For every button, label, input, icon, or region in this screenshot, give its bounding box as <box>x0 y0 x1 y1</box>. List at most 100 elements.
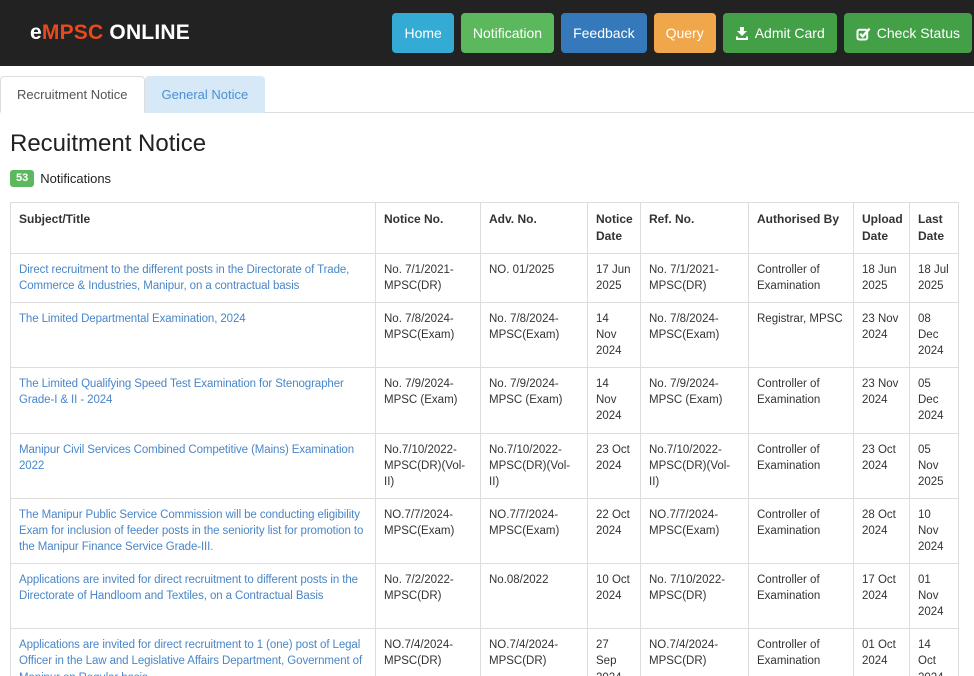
notice-link[interactable]: The Manipur Public Service Commission wi… <box>19 509 363 553</box>
column-header: Adv. No. <box>481 203 588 254</box>
table-row: The Limited Departmental Examination, 20… <box>11 302 959 367</box>
nav-query-button[interactable]: Query <box>654 13 716 53</box>
ref-no-cell: NO.7/4/2024-MPSC(DR) <box>641 629 749 676</box>
logo-brand: MPSC <box>42 21 103 44</box>
upload-date-cell: 23 Nov 2024 <box>854 368 910 433</box>
page-title: Recuitment Notice <box>10 130 964 158</box>
last-date-cell: 05 Dec 2024 <box>910 368 959 433</box>
last-date-cell: 10 Nov 2024 <box>910 498 959 563</box>
nav-check-status-button[interactable]: Check Status <box>844 13 972 53</box>
notice-date-cell: 27 Sep 2024 <box>588 629 641 676</box>
nav-notification-button[interactable]: Notification <box>461 13 554 53</box>
notice-date-cell: 10 Oct 2024 <box>588 564 641 629</box>
ref-no-cell: No. 7/10/2022-MPSC(DR) <box>641 564 749 629</box>
count-badge-label: Notifications <box>40 171 111 186</box>
column-header: Notice Date <box>588 203 641 254</box>
subject-cell: The Manipur Public Service Commission wi… <box>11 498 376 563</box>
notice-no-cell: No. 7/1/2021-MPSC(DR) <box>376 253 481 302</box>
nav-feedback-button[interactable]: Feedback <box>561 13 646 53</box>
last-date-cell: 05 Nov 2025 <box>910 433 959 498</box>
logo: eMPSC ONLINE <box>30 21 190 45</box>
notice-no-cell: No. 7/2/2022-MPSC(DR) <box>376 564 481 629</box>
adv-no-cell: NO.7/4/2024-MPSC(DR) <box>481 629 588 676</box>
last-date-cell: 14 Oct 2024 <box>910 629 959 676</box>
table-row: The Limited Qualifying Speed Test Examin… <box>11 368 959 433</box>
adv-no-cell: NO. 01/2025 <box>481 253 588 302</box>
subject-cell: The Limited Qualifying Speed Test Examin… <box>11 368 376 433</box>
check-icon <box>856 26 871 41</box>
notice-link[interactable]: Applications are invited for direct recr… <box>19 574 358 602</box>
ref-no-cell: NO.7/7/2024-MPSC(Exam) <box>641 498 749 563</box>
table-row: Direct recruitment to the different post… <box>11 253 959 302</box>
nav-button-label: Check Status <box>877 25 960 41</box>
upload-date-cell: 01 Oct 2024 <box>854 629 910 676</box>
notice-link[interactable]: Applications are invited for direct recr… <box>19 639 362 676</box>
nav-button-label: Admit Card <box>755 25 825 41</box>
column-header: Upload Date <box>854 203 910 254</box>
table-header-row: Subject/TitleNotice No.Adv. No.Notice Da… <box>11 203 959 254</box>
ref-no-cell: No.7/10/2022-MPSC(DR)(Vol-II) <box>641 433 749 498</box>
logo-prefix: e <box>30 21 42 44</box>
notice-link[interactable]: The Limited Qualifying Speed Test Examin… <box>19 378 344 406</box>
last-date-cell: 01 Nov 2024 <box>910 564 959 629</box>
table-row: Applications are invited for direct recr… <box>11 564 959 629</box>
page: eMPSC ONLINE Home Notification Feedback Que… <box>0 0 974 676</box>
notices-table: Subject/TitleNotice No.Adv. No.Notice Da… <box>10 202 959 676</box>
notice-link[interactable]: The Limited Departmental Examination, 20… <box>19 313 246 325</box>
last-date-cell: 18 Jul 2025 <box>910 253 959 302</box>
adv-no-cell: No. 7/9/2024-MPSC (Exam) <box>481 368 588 433</box>
main-content: Recuitment Notice 53 Notifications Subje… <box>0 130 974 676</box>
authorised-by-cell: Controller of Examination <box>749 629 854 676</box>
column-header: Subject/Title <box>11 203 376 254</box>
authorised-by-cell: Controller of Examination <box>749 564 854 629</box>
table-row: Applications are invited for direct recr… <box>11 629 959 676</box>
column-header: Notice No. <box>376 203 481 254</box>
notice-date-cell: 23 Oct 2024 <box>588 433 641 498</box>
nav-button-label: Notification <box>473 25 542 41</box>
upload-date-cell: 17 Oct 2024 <box>854 564 910 629</box>
nav-button-label: Feedback <box>573 25 634 41</box>
subject-cell: The Limited Departmental Examination, 20… <box>11 302 376 367</box>
subject-cell: Applications are invited for direct recr… <box>11 564 376 629</box>
authorised-by-cell: Controller of Examination <box>749 498 854 563</box>
nav-home-button[interactable]: Home <box>392 13 453 53</box>
nav-button-label: Home <box>404 25 441 41</box>
notice-link[interactable]: Direct recruitment to the different post… <box>19 264 349 292</box>
column-header: Ref. No. <box>641 203 749 254</box>
subject-cell: Direct recruitment to the different post… <box>11 253 376 302</box>
nav-buttons: Home Notification Feedback Query Admit Card C… <box>392 13 972 53</box>
subject-cell: Applications are invited for direct recr… <box>11 629 376 676</box>
notifications-count-row: 53 Notifications <box>10 170 964 187</box>
adv-no-cell: No. 7/8/2024-MPSC(Exam) <box>481 302 588 367</box>
notice-no-cell: NO.7/4/2024-MPSC(DR) <box>376 629 481 676</box>
notice-no-cell: No. 7/9/2024-MPSC (Exam) <box>376 368 481 433</box>
upload-date-cell: 23 Oct 2024 <box>854 433 910 498</box>
upload-date-cell: 23 Nov 2024 <box>854 302 910 367</box>
count-badge: 53 <box>10 170 34 187</box>
logo-suffix: ONLINE <box>103 21 190 44</box>
authorised-by-cell: Controller of Examination <box>749 368 854 433</box>
notice-no-cell: No.7/10/2022-MPSC(DR)(Vol-II) <box>376 433 481 498</box>
nav-admit-card-button[interactable]: Admit Card <box>723 13 837 53</box>
notice-date-cell: 17 Jun 2025 <box>588 253 641 302</box>
notice-date-cell: 14 Nov 2024 <box>588 368 641 433</box>
subject-cell: Manipur Civil Services Combined Competit… <box>11 433 376 498</box>
column-header: Authorised By <box>749 203 854 254</box>
tab-recruitment-notice[interactable]: Recruitment Notice <box>0 76 145 113</box>
nav-button-label: Query <box>666 25 704 41</box>
adv-no-cell: No.7/10/2022-MPSC(DR)(Vol-II) <box>481 433 588 498</box>
upload-date-cell: 28 Oct 2024 <box>854 498 910 563</box>
tab-bar: Recruitment Notice General Notice <box>0 76 974 113</box>
column-header: Last Date <box>910 203 959 254</box>
notice-no-cell: No. 7/8/2024-MPSC(Exam) <box>376 302 481 367</box>
table-row: Manipur Civil Services Combined Competit… <box>11 433 959 498</box>
authorised-by-cell: Controller of Examination <box>749 433 854 498</box>
ref-no-cell: No. 7/9/2024-MPSC (Exam) <box>641 368 749 433</box>
navbar: eMPSC ONLINE Home Notification Feedback Que… <box>0 0 974 66</box>
ref-no-cell: No. 7/1/2021-MPSC(DR) <box>641 253 749 302</box>
notice-no-cell: NO.7/7/2024-MPSC(Exam) <box>376 498 481 563</box>
notice-link[interactable]: Manipur Civil Services Combined Competit… <box>19 444 354 472</box>
upload-date-cell: 18 Jun 2025 <box>854 253 910 302</box>
tab-general-notice[interactable]: General Notice <box>145 76 266 113</box>
authorised-by-cell: Controller of Examination <box>749 253 854 302</box>
